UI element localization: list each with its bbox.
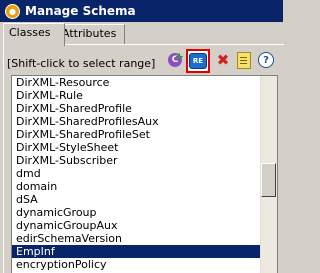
list-item[interactable]: edirSchemaVersion xyxy=(12,232,265,245)
list-item[interactable]: encryptionPolicy xyxy=(12,258,265,271)
list-item[interactable]: DirXML-SharedProfile xyxy=(12,102,265,115)
re-extend-button[interactable]: RE xyxy=(186,49,210,73)
list-item[interactable]: dynamicGroup xyxy=(12,206,265,219)
list-item[interactable]: domain xyxy=(12,180,265,193)
info-button[interactable] xyxy=(235,51,253,69)
list-item[interactable]: dSA xyxy=(12,193,265,206)
list-item[interactable]: DirXML-StyleSheet xyxy=(12,141,265,154)
class-list[interactable]: DirXML-Resource DirXML-Rule DirXML-SharedP… xyxy=(11,75,278,273)
add-class-button[interactable]: C + xyxy=(166,50,184,69)
scrollbar-thumb[interactable] xyxy=(261,163,276,197)
tab-classes[interactable]: Classes xyxy=(3,23,65,46)
selection-hint: [Shift-click to select range] xyxy=(7,57,156,70)
help-icon: ? xyxy=(258,52,274,68)
delete-icon: ✖ xyxy=(216,51,230,69)
title-bar: ● Manage Schema xyxy=(0,0,283,22)
list-item[interactable]: DirXML-Subscriber xyxy=(12,154,265,167)
list-item[interactable]: DirXML-Rule xyxy=(12,89,265,102)
app-icon: ● xyxy=(5,3,20,19)
list-item[interactable]: DirXML-SharedProfileSet xyxy=(12,128,265,141)
list-item[interactable]: DirXML-Resource xyxy=(12,76,265,89)
delete-button[interactable]: ✖ xyxy=(214,51,232,69)
document-icon xyxy=(237,51,251,69)
class-list-items: DirXML-Resource DirXML-Rule DirXML-SharedP… xyxy=(12,76,277,271)
list-item[interactable]: dynamicGroupAux xyxy=(12,219,265,232)
tab-attributes[interactable]: Attributes xyxy=(56,24,125,45)
window-title: Manage Schema xyxy=(25,4,136,18)
tab-bar: Classes Attributes xyxy=(3,23,283,46)
list-item[interactable]: DirXML-SharedProfilesAux xyxy=(12,115,265,128)
list-item[interactable]: dmd xyxy=(12,167,265,180)
re-icon: RE xyxy=(189,53,207,69)
list-item[interactable]: EmpInf xyxy=(12,245,265,258)
schema-toolbar: C + RE ✖ ? xyxy=(166,49,276,73)
plus-icon: + xyxy=(174,50,184,63)
help-button[interactable]: ? xyxy=(257,51,275,69)
vertical-scrollbar[interactable] xyxy=(260,76,277,273)
